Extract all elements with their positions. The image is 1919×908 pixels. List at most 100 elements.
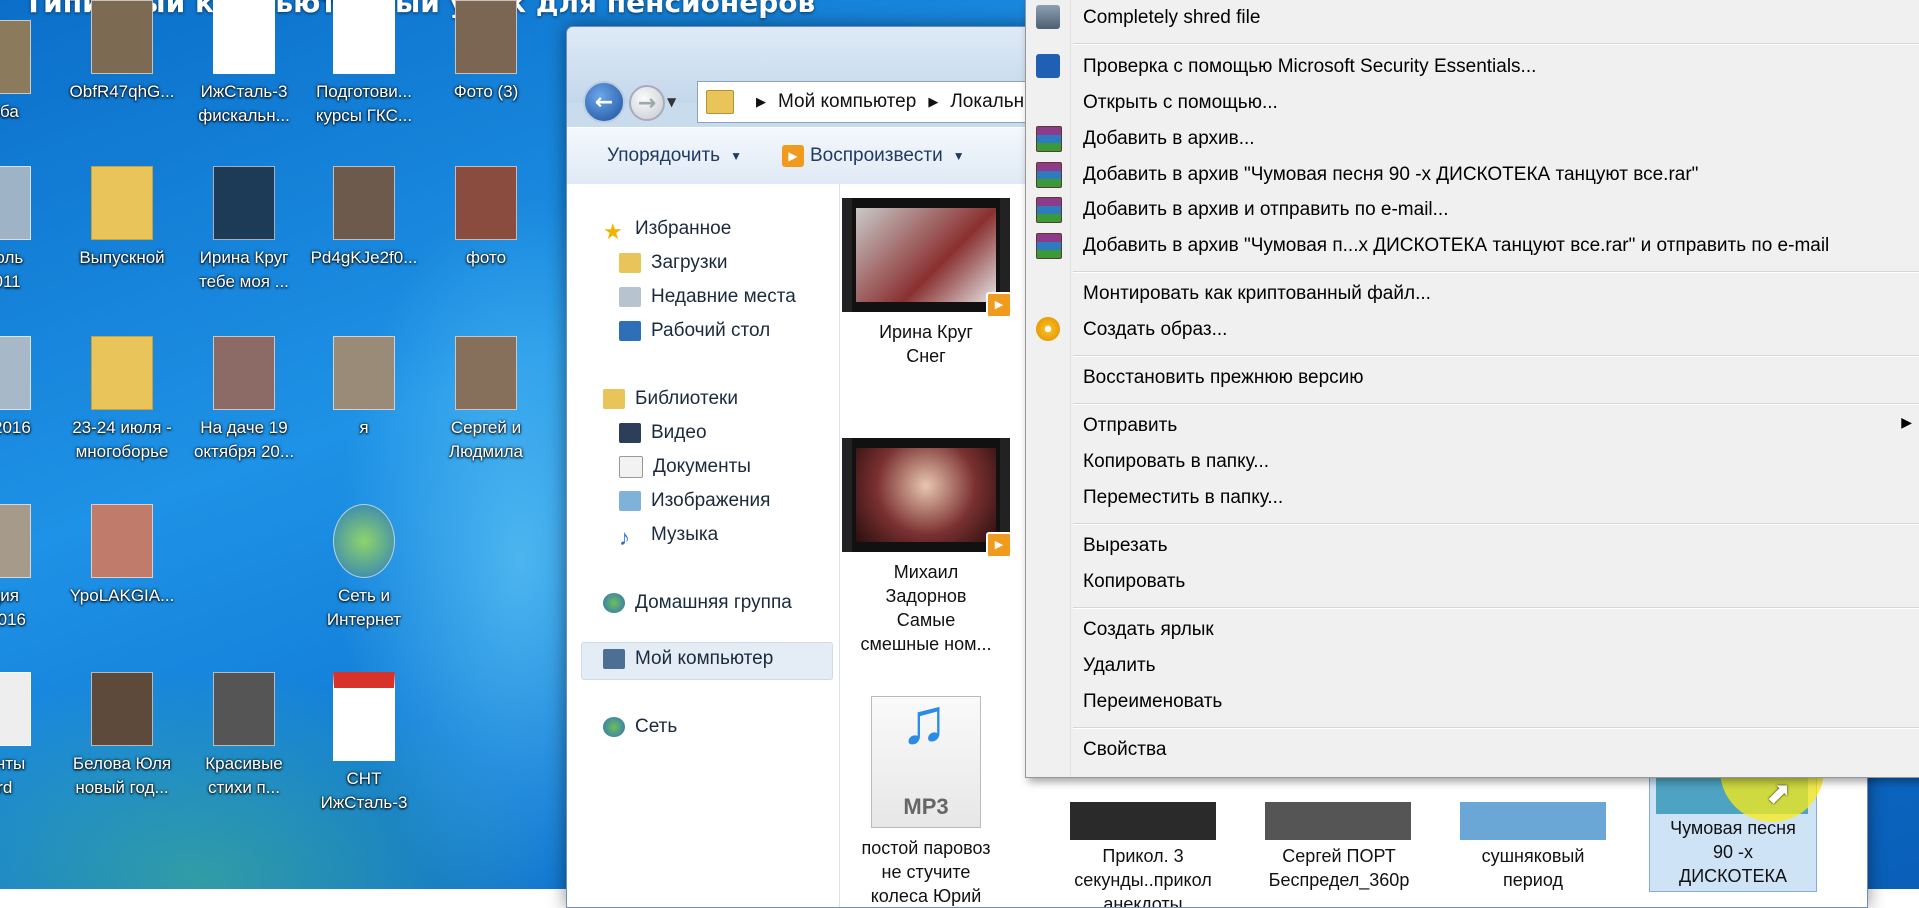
menu-item-create-shortcut[interactable]: Создать ярлык xyxy=(1083,619,1214,641)
nav-item-documents[interactable]: Документы xyxy=(619,456,751,478)
play-button[interactable]: ▶ Воспроизвести ▼ xyxy=(781,145,965,167)
mp3-file-icon: ♫ MP3 xyxy=(871,689,981,828)
file-item[interactable]: ▶ Михаил Задорнов Самые смешные ном... xyxy=(841,438,1012,656)
nav-item-computer[interactable]: Мой компьютер xyxy=(603,648,773,670)
winrar-icon xyxy=(1036,126,1062,152)
desktop-icon[interactable]: YpoLAKGIA... xyxy=(64,504,180,608)
selected-file-label: Чумовая песня 90 -х ДИСКОТЕКА xyxy=(1670,818,1796,886)
menu-item-add-archive-named[interactable]: Добавить в архив "Чумовая песня 90 -х ДИ… xyxy=(1083,164,1698,186)
nav-item-homegroup[interactable]: Домашняя группа xyxy=(603,592,792,614)
nav-item-network[interactable]: Сеть xyxy=(603,716,677,738)
play-icon: ▶ xyxy=(781,145,804,167)
disc-image-icon xyxy=(1036,317,1060,341)
folder-icon xyxy=(706,90,734,114)
menu-item-delete[interactable]: Удалить xyxy=(1083,655,1156,677)
breadcrumb-item[interactable]: Мой компьютер xyxy=(778,91,916,113)
desktop-icon[interactable]: Подготови... курсы ГКС... xyxy=(306,0,422,128)
breadcrumb-item[interactable]: Локальн xyxy=(950,91,1024,113)
menu-item-properties[interactable]: Свойства xyxy=(1083,739,1166,761)
nav-item-desktop[interactable]: Рабочий стол xyxy=(619,320,770,342)
desktop-icon[interactable]: Белова Юля новый год... xyxy=(64,672,180,800)
menu-item-create-image[interactable]: Создать образ... xyxy=(1083,319,1227,341)
organize-button[interactable]: Упорядочить ▼ xyxy=(607,145,742,167)
menu-item-add-archive[interactable]: Добавить в архив... xyxy=(1083,128,1255,150)
menu-item-copy[interactable]: Копировать xyxy=(1083,571,1185,593)
navigation-pane: ★ Избранное Загрузки Недавние места Рабо… xyxy=(567,184,840,907)
submenu-arrow-icon: ▶ xyxy=(1901,414,1912,430)
file-item[interactable]: Прикол. 3 секунды..прикол анекдоты xyxy=(1058,844,1228,907)
menu-item-copy-to[interactable]: Копировать в папку... xyxy=(1083,451,1269,473)
desktop-icon[interactable]: 23-24 июля - многоборье xyxy=(64,336,180,464)
computer-icon xyxy=(603,649,625,669)
desktop-icon[interactable]: я xyxy=(306,336,422,440)
desktop-icon[interactable]: ObfR47qhG... xyxy=(64,0,180,104)
winrar-icon xyxy=(1036,197,1062,223)
menu-separator xyxy=(1073,607,1919,609)
desktop-icon[interactable]: Pd4gKJe2f0... xyxy=(306,166,422,270)
menu-item-rename[interactable]: Переименовать xyxy=(1083,691,1222,713)
menu-item-shred[interactable]: Completely shred file xyxy=(1083,7,1260,29)
menu-separator xyxy=(1073,43,1919,45)
menu-item-move-to[interactable]: Переместить в папку... xyxy=(1083,487,1283,509)
menu-item-open-with[interactable]: Открыть с помощью... xyxy=(1083,92,1278,114)
desktop-icon[interactable]: Ирина Круг тебе моя ... xyxy=(186,166,302,294)
homegroup-icon xyxy=(603,593,625,613)
nav-item-video[interactable]: Видео xyxy=(619,422,707,444)
desktop-icon[interactable]: дьба xyxy=(0,20,58,124)
winrar-icon xyxy=(1036,233,1062,259)
desktop-icon[interactable]: Выпускной xyxy=(64,166,180,270)
documents-icon xyxy=(619,456,643,478)
pdf-file-icon[interactable]: СНТ ИжСталь-3 xyxy=(306,672,422,815)
desktop-icon[interactable]: ля 2016 xyxy=(0,336,58,440)
desktop-icon[interactable]: Фото (3) xyxy=(428,0,544,104)
star-icon: ★ xyxy=(603,219,623,244)
menu-item-send-to[interactable]: Отправить xyxy=(1083,415,1177,437)
menu-item-cut[interactable]: Вырезать xyxy=(1083,535,1168,557)
menu-item-scan[interactable]: Проверка с помощью Microsoft Security Es… xyxy=(1083,56,1536,78)
nav-item-images[interactable]: Изображения xyxy=(619,490,770,512)
video-thumbnail xyxy=(1460,802,1606,840)
forward-button[interactable]: → xyxy=(629,85,665,121)
arrow-left-icon: ← xyxy=(594,89,614,115)
play-badge-icon: ▶ xyxy=(986,532,1012,558)
recent-places-icon xyxy=(619,287,641,307)
desktop-icon[interactable]: ополь .2011 xyxy=(0,166,58,294)
images-icon xyxy=(619,491,641,511)
menu-item-restore[interactable]: Восстановить прежнюю версию xyxy=(1083,367,1364,389)
video-thumbnail xyxy=(1265,802,1411,840)
nav-item-music[interactable]: ♪ Музыка xyxy=(619,524,718,550)
menu-item-add-archive-email[interactable]: Добавить в архив и отправить по e-mail..… xyxy=(1083,199,1448,221)
chevron-down-icon: ▼ xyxy=(952,149,965,163)
file-item[interactable]: Сергей ПОРТ Беспредел_360p xyxy=(1254,844,1424,892)
desktop-icon[interactable]: менты ord xyxy=(0,672,58,800)
file-item[interactable]: сушняковый период xyxy=(1448,844,1618,892)
desktop-icon[interactable]: фото xyxy=(428,166,544,270)
context-menu: Completely shred file Проверка с помощью… xyxy=(1025,0,1919,778)
nav-item-downloads[interactable]: Загрузки xyxy=(619,252,727,274)
menu-separator xyxy=(1073,523,1919,525)
file-item[interactable]: ♫ MP3 постой паровоз не стучите колеса Ю… xyxy=(841,689,1011,907)
nav-item-favorites[interactable]: ★ Избранное xyxy=(603,218,731,244)
menu-item-mount-crypto[interactable]: Монтировать как криптованный файл... xyxy=(1083,283,1431,305)
mouse-pointer-icon: ⬈ xyxy=(1766,776,1792,811)
back-button[interactable]: ← xyxy=(583,81,625,123)
menu-item-add-archive-named-email[interactable]: Добавить в архив "Чумовая п...х ДИСКОТЕК… xyxy=(1083,235,1829,257)
desktop-icon[interactable]: На даче 19 октября 20... xyxy=(186,336,302,464)
desktop-icon[interactable]: Сергей и Людмила xyxy=(428,336,544,464)
desktop-icon[interactable]: Красивые стихи п... xyxy=(186,672,302,800)
chevron-right-icon: ▶ xyxy=(756,94,766,109)
menu-separator xyxy=(1073,403,1919,405)
nav-item-recent[interactable]: Недавние места xyxy=(619,286,796,308)
network-icon xyxy=(603,717,625,737)
file-item[interactable]: ▶ Ирина Круг Снег xyxy=(841,198,1012,368)
video-thumbnail: ▶ xyxy=(842,198,1012,318)
nav-item-libraries[interactable]: Библиотеки xyxy=(603,388,738,410)
shredder-icon xyxy=(1036,5,1060,29)
libraries-icon xyxy=(603,389,625,409)
desktop-icon[interactable]: ИжСталь-3 фискальн... xyxy=(186,0,302,128)
menu-separator xyxy=(1073,727,1919,729)
chevron-down-icon[interactable]: ▼ xyxy=(667,95,676,109)
video-thumbnail xyxy=(1070,802,1216,840)
desktop-icon[interactable]: оция 3.2016 xyxy=(0,504,58,632)
network-internet-icon[interactable]: Сеть и Интернет xyxy=(306,504,422,632)
